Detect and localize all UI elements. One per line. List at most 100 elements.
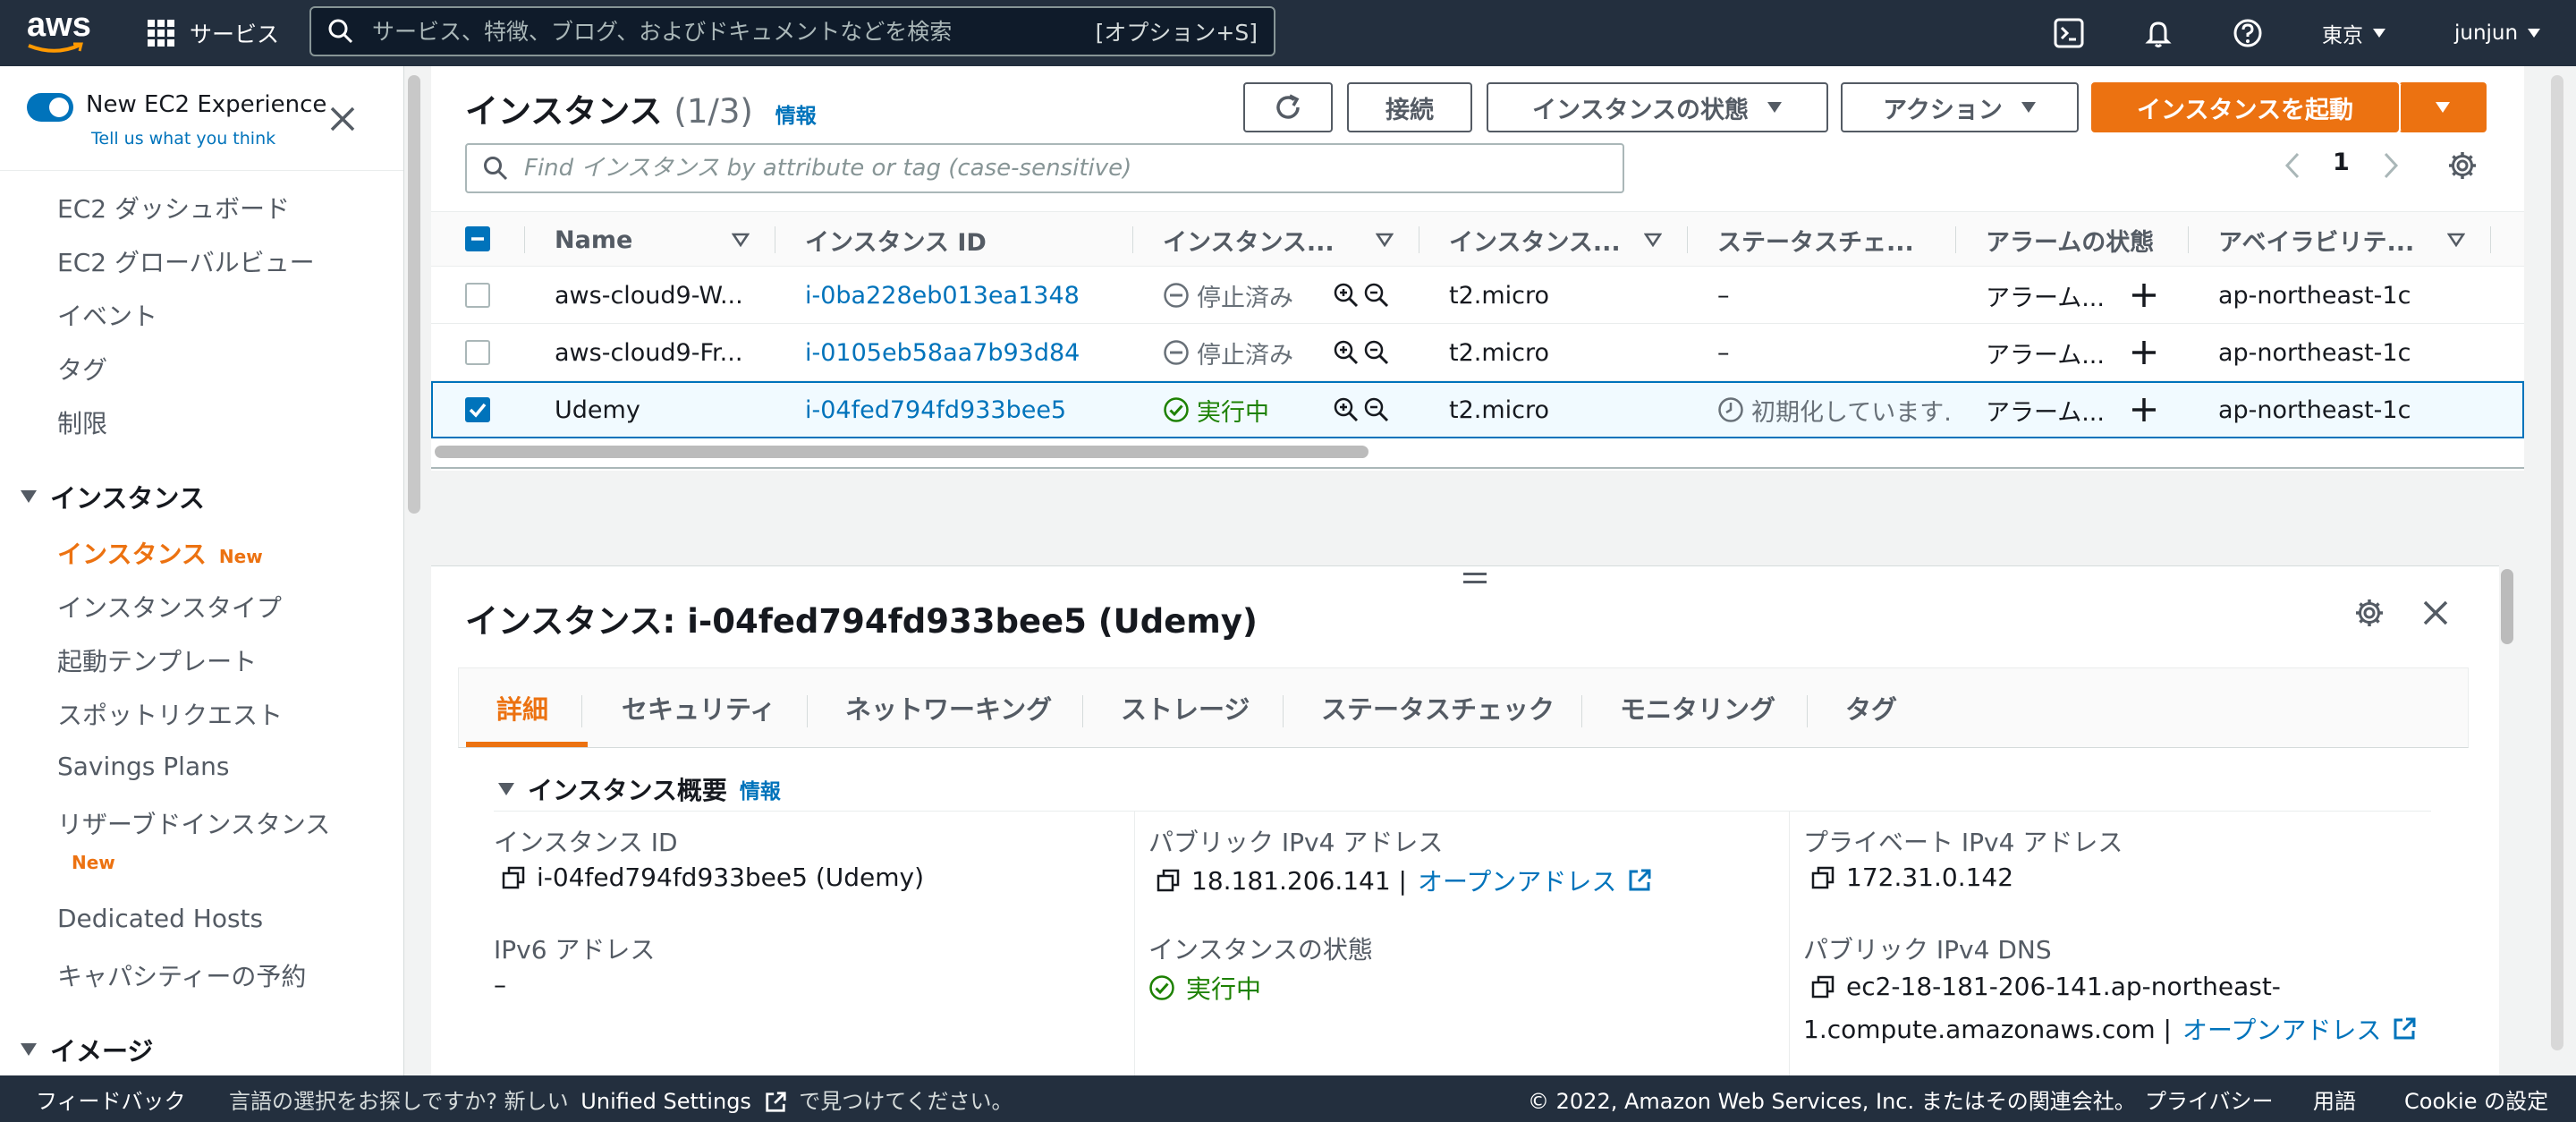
- info-link[interactable]: 情報: [740, 774, 781, 804]
- unified-settings-link[interactable]: Unified Settings: [580, 1089, 751, 1114]
- tab-monitoring[interactable]: モニタリング: [1620, 668, 1775, 747]
- column-header-name[interactable]: Name: [555, 212, 632, 268]
- sidebar-item-capacity-reservations[interactable]: キャパシティーの予約: [57, 957, 306, 993]
- sidebar-item-savings-plans[interactable]: Savings Plans: [57, 752, 229, 781]
- instance-id-link[interactable]: i-0105eb58aa7b93d84: [805, 324, 1080, 381]
- copy-icon[interactable]: [501, 865, 526, 890]
- cookie-settings-link[interactable]: Cookie の設定: [2404, 1084, 2548, 1115]
- sidebar-item-tags[interactable]: タグ: [57, 351, 107, 387]
- next-page-button[interactable]: [2383, 152, 2399, 179]
- detail-preferences-button[interactable]: [2354, 598, 2385, 628]
- instance-id-link[interactable]: i-0ba228eb013ea1348: [805, 267, 1080, 324]
- external-link-icon[interactable]: [764, 1091, 787, 1114]
- add-alarm-button[interactable]: [2131, 267, 2157, 324]
- table-row[interactable]: aws-cloud9-Fr... i-0105eb58aa7b93d84 停止済…: [431, 324, 2524, 381]
- column-header-availability-zone[interactable]: アベイラビリテ...: [2218, 212, 2414, 268]
- external-link-icon[interactable]: [2392, 1016, 2417, 1041]
- column-header-alarm-status[interactable]: アラームの状態: [1986, 212, 2154, 268]
- zoom-controls[interactable]: [1333, 267, 1390, 324]
- select-all-checkbox[interactable]: [465, 226, 490, 251]
- sort-icon[interactable]: [1376, 212, 1394, 268]
- sidebar-scrollbar[interactable]: [408, 75, 420, 514]
- zoom-out-icon[interactable]: [1363, 339, 1390, 366]
- instance-id-link[interactable]: i-04fed794fd933bee5: [805, 381, 1066, 438]
- page-number[interactable]: 1: [2333, 149, 2350, 176]
- detail-scrollbar[interactable]: [2501, 569, 2513, 644]
- zoom-out-icon[interactable]: [1363, 396, 1390, 423]
- preferences-button[interactable]: [2447, 150, 2478, 181]
- page-scrollbar[interactable]: [2551, 75, 2563, 1050]
- sidebar-item-launch-templates[interactable]: 起動テンプレート: [57, 642, 257, 678]
- sidebar-item-instance-types[interactable]: インスタンスタイプ: [57, 589, 282, 625]
- instance-filter[interactable]: [465, 143, 1624, 193]
- actions-dropdown[interactable]: アクション: [1841, 82, 2079, 132]
- sort-icon[interactable]: [732, 212, 750, 268]
- zoom-out-icon[interactable]: [1363, 282, 1390, 309]
- previous-page-button[interactable]: [2284, 152, 2301, 179]
- sidebar-item-reserved-instances[interactable]: リザーブドインスタンス: [57, 805, 330, 841]
- sidebar-item-global-view[interactable]: EC2 グローバルビュー: [57, 243, 315, 279]
- close-detail-button[interactable]: [2422, 599, 2449, 626]
- region-selector[interactable]: 東京: [2322, 0, 2386, 66]
- tab-details[interactable]: 詳細: [496, 668, 548, 747]
- row-checkbox[interactable]: [465, 397, 490, 422]
- zoom-controls[interactable]: [1333, 381, 1390, 438]
- sidebar-item-events[interactable]: イベント: [57, 297, 157, 333]
- sort-icon[interactable]: [1644, 212, 1662, 268]
- open-address-link[interactable]: オープンアドレス: [2182, 1011, 2381, 1047]
- tab-security[interactable]: セキュリティ: [622, 668, 775, 747]
- column-header-status-check[interactable]: ステータスチェ...: [1717, 212, 1914, 268]
- instance-summary-header[interactable]: インスタンス概要 情報: [497, 771, 781, 807]
- table-row[interactable]: aws-cloud9-W... i-0ba228eb013ea1348 停止済み…: [431, 267, 2524, 324]
- sidebar-item-instances[interactable]: インスタンス New: [57, 535, 263, 571]
- instance-state-dropdown[interactable]: インスタンスの状態: [1487, 82, 1828, 132]
- copy-icon[interactable]: [1810, 974, 1835, 999]
- services-menu[interactable]: サービス: [147, 0, 279, 66]
- tab-status-checks[interactable]: ステータスチェック: [1321, 668, 1555, 747]
- feedback-link[interactable]: Tell us what you think: [91, 129, 275, 149]
- add-alarm-button[interactable]: [2131, 381, 2157, 438]
- table-row[interactable]: Udemy i-04fed794fd933bee5 実行中 t2.micro 初…: [431, 381, 2524, 438]
- sort-icon[interactable]: [2447, 212, 2465, 268]
- external-link-icon[interactable]: [1627, 868, 1652, 893]
- close-sidebar-button[interactable]: [329, 106, 356, 132]
- tab-tags[interactable]: タグ: [1845, 668, 1897, 747]
- help-button[interactable]: [2233, 0, 2263, 66]
- notifications-button[interactable]: [2143, 0, 2174, 66]
- sidebar-item-ec2-dashboard[interactable]: EC2 ダッシュボード: [57, 190, 290, 225]
- copy-icon[interactable]: [1810, 865, 1835, 890]
- feedback-link[interactable]: フィードバック: [36, 1084, 186, 1115]
- zoom-in-icon[interactable]: [1333, 396, 1360, 423]
- column-header-instance-type[interactable]: インスタンス...: [1449, 212, 1621, 268]
- zoom-in-icon[interactable]: [1333, 282, 1360, 309]
- filter-input[interactable]: [524, 155, 1606, 182]
- connect-button[interactable]: 接続: [1347, 82, 1472, 132]
- zoom-controls[interactable]: [1333, 324, 1390, 381]
- info-link[interactable]: 情報: [775, 105, 817, 128]
- sidebar-section-instances[interactable]: インスタンス: [20, 478, 205, 515]
- copy-icon[interactable]: [1156, 868, 1181, 893]
- launch-options-dropdown[interactable]: [2399, 82, 2487, 132]
- column-header-instance-id[interactable]: インスタンス ID: [805, 212, 987, 268]
- new-experience-toggle[interactable]: [27, 93, 73, 122]
- row-checkbox[interactable]: [465, 340, 490, 365]
- account-menu[interactable]: junjun: [2454, 0, 2541, 66]
- tab-storage[interactable]: ストレージ: [1121, 668, 1250, 747]
- zoom-in-icon[interactable]: [1333, 339, 1360, 366]
- global-search-input[interactable]: [372, 18, 1096, 45]
- tab-networking[interactable]: ネットワーキング: [845, 668, 1052, 747]
- global-search[interactable]: [オプション+S]: [309, 6, 1275, 56]
- open-address-link[interactable]: オープンアドレス: [1418, 863, 1616, 898]
- terms-link[interactable]: 用語: [2313, 1084, 2356, 1115]
- sidebar-item-limits[interactable]: 制限: [57, 404, 107, 440]
- sidebar-item-spot-requests[interactable]: スポットリクエスト: [57, 696, 283, 732]
- column-header-instance-state[interactable]: インスタンス...: [1163, 212, 1335, 268]
- aws-logo[interactable]: aws: [27, 8, 98, 59]
- row-checkbox[interactable]: [465, 283, 490, 308]
- sidebar-item-dedicated-hosts[interactable]: Dedicated Hosts: [57, 904, 263, 933]
- table-horizontal-scrollbar[interactable]: [435, 446, 1368, 458]
- cloudshell-button[interactable]: [2054, 0, 2084, 66]
- refresh-button[interactable]: [1243, 82, 1333, 132]
- launch-instances-button[interactable]: インスタンスを起動: [2091, 82, 2399, 132]
- add-alarm-button[interactable]: [2131, 324, 2157, 381]
